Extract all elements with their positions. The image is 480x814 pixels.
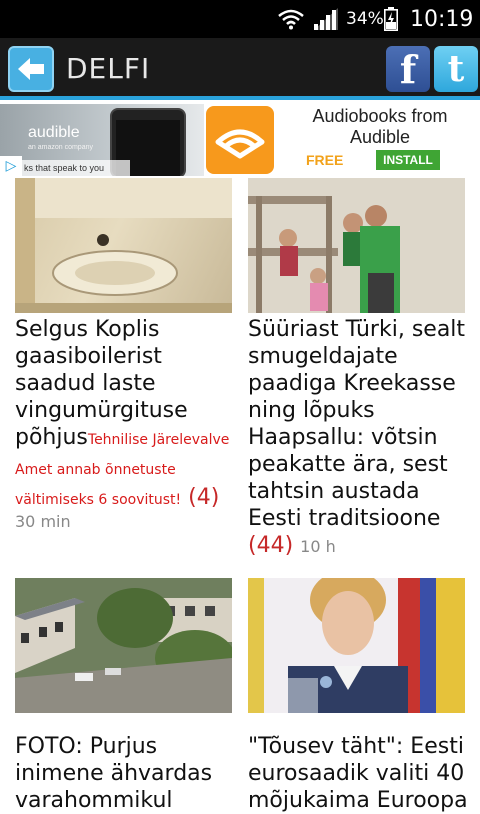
audible-app-icon — [206, 106, 274, 174]
twitter-button[interactable]: t — [434, 46, 478, 92]
article-time: 30 min — [15, 512, 71, 531]
article-headline[interactable]: Selgus Koplis gaasiboilerist saadud last… — [15, 316, 240, 514]
clock: 10:19 — [410, 6, 474, 32]
adchoices-icon[interactable]: ▷ — [0, 156, 22, 176]
twitter-icon: t — [447, 48, 465, 90]
signal-icon — [312, 0, 340, 38]
arrow-left-icon — [18, 58, 44, 80]
article-image[interactable] — [248, 578, 465, 713]
facebook-button[interactable]: f — [386, 46, 430, 92]
article-headline[interactable]: Süüriast Türki, sealt smugeldajate paadi… — [248, 316, 472, 560]
article-image[interactable] — [248, 178, 465, 313]
ad-image: audible an amazon company ks that speak … — [0, 104, 204, 176]
ad-free-label: FREE — [306, 152, 344, 168]
article-image[interactable] — [15, 578, 232, 713]
ad-install-button[interactable]: INSTALL — [376, 150, 440, 170]
article-title: "Tõusev täht": Eesti eurosaadik valiti 4… — [248, 734, 468, 813]
article-time: 10 h — [300, 537, 336, 556]
comment-count: (4) — [188, 485, 220, 510]
article-image[interactable] — [15, 178, 232, 313]
ad-banner[interactable]: audible an amazon company ks that speak … — [0, 104, 480, 176]
wifi-icon — [278, 0, 306, 38]
article-title: FOTO: Purjus inimene ähvardas varahommik… — [15, 734, 213, 813]
app-title: DELFI — [66, 52, 151, 85]
battery-icon — [384, 0, 400, 38]
app-bar: DELFI f t — [0, 38, 480, 100]
audible-logo-sub: an amazon company — [28, 144, 93, 151]
article-headline[interactable]: FOTO: Purjus inimene ähvardas varahommik… — [15, 733, 240, 814]
article-headline[interactable]: "Tõusev täht": Eesti eurosaadik valiti 4… — [248, 733, 472, 814]
back-button[interactable] — [8, 46, 54, 92]
ad-headline: Audiobooks from Audible — [312, 106, 448, 147]
audible-logo: audible — [28, 124, 80, 141]
comment-count: (44) — [248, 533, 294, 558]
article-title: Selgus Koplis gaasiboilerist saadud last… — [15, 317, 188, 450]
article-title: Süüriast Türki, sealt smugeldajate paadi… — [248, 317, 466, 531]
facebook-icon: f — [399, 46, 417, 92]
status-bar: 34% 10:19 — [0, 0, 480, 38]
battery-percent: 34% — [346, 9, 384, 29]
